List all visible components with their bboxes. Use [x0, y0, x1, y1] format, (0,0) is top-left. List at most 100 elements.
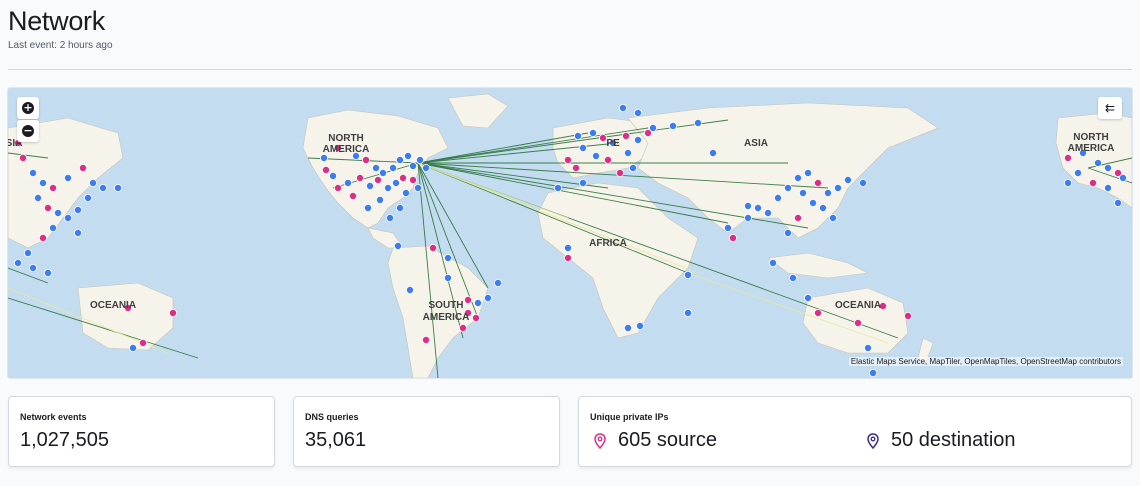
- destination-point[interactable]: [774, 194, 783, 203]
- source-point[interactable]: [333, 184, 342, 193]
- destination-point[interactable]: [744, 214, 753, 223]
- source-point[interactable]: [79, 164, 88, 173]
- destination-point[interactable]: [1119, 174, 1128, 183]
- destination-point[interactable]: [844, 176, 853, 185]
- source-point[interactable]: [138, 338, 147, 347]
- destination-point[interactable]: [634, 136, 643, 145]
- destination-point[interactable]: [493, 278, 502, 287]
- destination-point[interactable]: [629, 164, 638, 173]
- destination-point[interactable]: [38, 179, 47, 188]
- source-point[interactable]: [471, 313, 480, 322]
- destination-point[interactable]: [592, 152, 601, 161]
- destination-point[interactable]: [383, 184, 392, 193]
- destination-point[interactable]: [809, 199, 818, 208]
- source-point[interactable]: [564, 156, 573, 165]
- source-point[interactable]: [1089, 179, 1098, 188]
- destination-point[interactable]: [754, 204, 763, 213]
- source-point[interactable]: [814, 308, 823, 317]
- source-point[interactable]: [904, 311, 913, 320]
- destination-point[interactable]: [99, 184, 108, 193]
- destination-point[interactable]: [89, 179, 98, 188]
- source-point[interactable]: [361, 156, 370, 165]
- destination-point[interactable]: [1104, 164, 1113, 173]
- source-point[interactable]: [622, 132, 631, 141]
- destination-point[interactable]: [784, 228, 793, 237]
- destination-point[interactable]: [669, 122, 678, 131]
- destination-point[interactable]: [365, 182, 374, 191]
- destination-point[interactable]: [391, 179, 400, 188]
- network-map[interactable]: NORTH AMERICA ASIA AFRICA SOUTH AMERICA …: [8, 88, 1132, 378]
- destination-point[interactable]: [744, 202, 753, 211]
- destination-point[interactable]: [33, 194, 42, 203]
- source-point[interactable]: [398, 174, 407, 183]
- destination-point[interactable]: [129, 343, 138, 352]
- destination-point[interactable]: [408, 162, 417, 171]
- destination-point[interactable]: [343, 179, 352, 188]
- destination-point[interactable]: [378, 169, 387, 178]
- zoom-out-button[interactable]: −: [17, 120, 39, 142]
- source-point[interactable]: [38, 233, 47, 242]
- destination-point[interactable]: [415, 156, 424, 165]
- destination-point[interactable]: [869, 368, 878, 377]
- destination-point[interactable]: [483, 293, 492, 302]
- destination-point[interactable]: [64, 174, 73, 183]
- source-point[interactable]: [854, 318, 863, 327]
- destination-point[interactable]: [579, 144, 588, 153]
- destination-point[interactable]: [443, 253, 452, 262]
- destination-point[interactable]: [421, 164, 430, 173]
- destination-point[interactable]: [371, 164, 380, 173]
- source-point[interactable]: [373, 176, 382, 185]
- destination-point[interactable]: [574, 132, 583, 141]
- destination-point[interactable]: [624, 323, 633, 332]
- destination-point[interactable]: [64, 214, 73, 223]
- source-point[interactable]: [321, 166, 330, 175]
- destination-point[interactable]: [764, 209, 773, 218]
- source-point[interactable]: [355, 174, 364, 183]
- destination-point[interactable]: [799, 189, 808, 198]
- destination-point[interactable]: [789, 273, 798, 282]
- zoom-in-button[interactable]: +: [17, 97, 39, 119]
- destination-point[interactable]: [74, 206, 83, 215]
- destination-point[interactable]: [28, 169, 37, 178]
- destination-point[interactable]: [864, 343, 873, 352]
- destination-point[interactable]: [403, 152, 412, 161]
- destination-point[interactable]: [395, 204, 404, 213]
- layers-button[interactable]: ⇇: [1098, 97, 1122, 119]
- destination-point[interactable]: [824, 189, 833, 198]
- source-point[interactable]: [729, 233, 738, 242]
- destination-point[interactable]: [589, 129, 598, 138]
- destination-point[interactable]: [388, 164, 397, 173]
- destination-point[interactable]: [1094, 159, 1103, 168]
- destination-point[interactable]: [54, 209, 63, 218]
- destination-point[interactable]: [724, 223, 733, 232]
- source-point[interactable]: [1064, 154, 1073, 163]
- source-point[interactable]: [348, 192, 357, 201]
- destination-point[interactable]: [405, 285, 414, 294]
- destination-point[interactable]: [1064, 179, 1073, 188]
- destination-point[interactable]: [1114, 199, 1123, 208]
- source-point[interactable]: [572, 164, 581, 173]
- destination-point[interactable]: [634, 108, 643, 117]
- destination-point[interactable]: [859, 179, 868, 188]
- destination-point[interactable]: [23, 248, 32, 257]
- source-point[interactable]: [644, 129, 653, 138]
- destination-point[interactable]: [319, 154, 328, 163]
- destination-point[interactable]: [829, 214, 838, 223]
- source-point[interactable]: [794, 214, 803, 223]
- destination-point[interactable]: [784, 184, 793, 193]
- destination-point[interactable]: [769, 258, 778, 267]
- destination-point[interactable]: [794, 174, 803, 183]
- destination-point[interactable]: [375, 196, 384, 205]
- destination-point[interactable]: [385, 214, 394, 223]
- destination-point[interactable]: [74, 228, 83, 237]
- source-point[interactable]: [564, 253, 573, 262]
- destination-point[interactable]: [114, 184, 123, 193]
- destination-point[interactable]: [694, 118, 703, 127]
- destination-point[interactable]: [393, 241, 402, 250]
- source-point[interactable]: [408, 176, 417, 185]
- destination-point[interactable]: [834, 184, 843, 193]
- destination-point[interactable]: [413, 184, 422, 193]
- destination-point[interactable]: [819, 204, 828, 213]
- destination-point[interactable]: [684, 308, 693, 317]
- source-point[interactable]: [616, 169, 625, 178]
